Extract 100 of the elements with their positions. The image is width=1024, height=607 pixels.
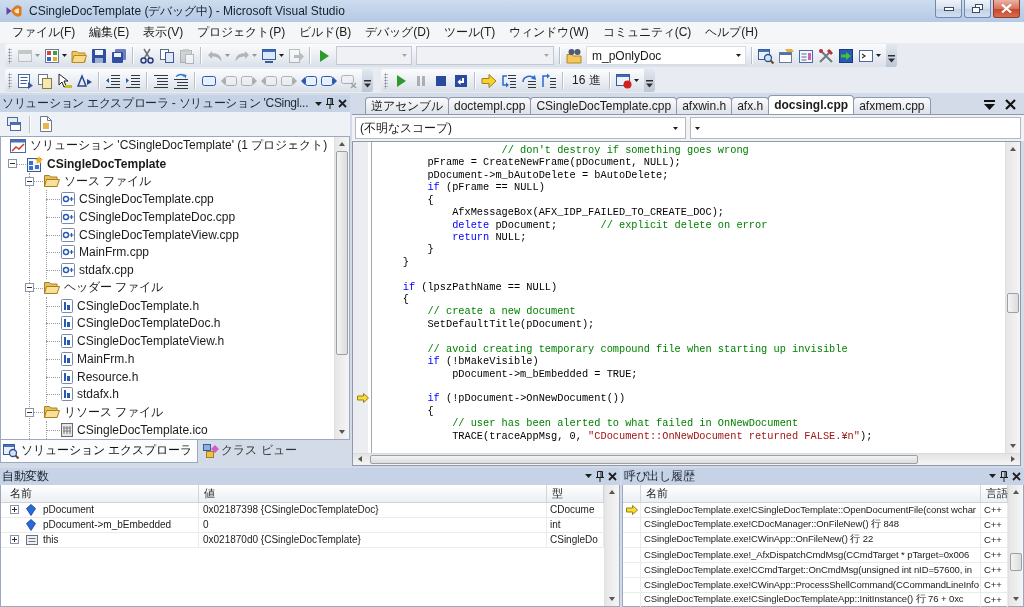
caret-icon[interactable]	[989, 474, 996, 479]
close-icon[interactable]	[1005, 99, 1016, 110]
menu-item[interactable]: ファイル(F)	[5, 22, 83, 43]
caret-icon[interactable]	[315, 101, 322, 106]
restore-button[interactable]	[964, 0, 991, 18]
code-line: if (lpszPathName == NULL)	[401, 280, 558, 293]
minus-box-icon[interactable]	[25, 407, 34, 417]
menu-item[interactable]: ウィンドウ(W)	[502, 22, 596, 43]
tree-item[interactable]: MainFrm.cpp	[61, 243, 151, 261]
close-icon[interactable]	[338, 99, 347, 108]
caret-icon[interactable]	[984, 99, 995, 110]
code-line: pDocument->m_bAutoDelete = bAutoDelete;	[426, 168, 669, 181]
cursor-icon	[57, 72, 73, 89]
tree-item[interactable]: CSingleDocTemplate	[27, 155, 169, 173]
vertical-scrollbar[interactable]	[1005, 142, 1020, 453]
toolbar-overflow-button[interactable]	[886, 44, 897, 67]
minimize-button[interactable]	[935, 0, 962, 18]
toolbar-grip[interactable]	[8, 47, 12, 64]
toolbar-button[interactable]: 16 進	[567, 69, 606, 92]
horizontal-scrollbar[interactable]	[353, 452, 1020, 465]
panel-tab[interactable]: ソリューション エクスプローラ	[0, 439, 199, 463]
tree-item[interactable]: CSingleDocTemplateView.cpp	[61, 226, 241, 244]
close-icon	[1001, 4, 1012, 13]
tree-item[interactable]: CSingleDocTemplate.cpp	[61, 190, 216, 208]
combo-box[interactable]: m_pOnlyDoc	[586, 46, 746, 65]
table-cell: CSingleDocTemplate.exe!CSingleDocTemplate::OpenDocumentFile(const wchar	[641, 502, 981, 517]
panel-tab[interactable]: クラス ビュー	[200, 439, 303, 463]
arrow-box-icon	[838, 47, 854, 64]
caret-icon	[402, 54, 407, 57]
file-plus-icon	[61, 192, 75, 207]
toolbar-overflow-button[interactable]	[362, 69, 373, 92]
minus-box-icon[interactable]	[8, 159, 17, 169]
vertical-scrollbar[interactable]	[604, 484, 619, 606]
menu-item[interactable]: 編集(E)	[82, 22, 137, 43]
caret-icon	[544, 54, 549, 57]
document-tab[interactable]: doctempl.cpp	[448, 97, 532, 114]
vertical-scrollbar[interactable]	[334, 137, 349, 439]
document-tab[interactable]: afxmem.cpp	[853, 97, 931, 114]
table-cell: 0	[199, 517, 547, 532]
menu-item[interactable]: デバッグ(D)	[358, 22, 437, 43]
table-cell: 0x02187398 {CSingleDocTemplateDoc}	[199, 502, 547, 517]
tree-item[interactable]: stdafx.h	[61, 385, 122, 403]
pin-icon[interactable]	[596, 470, 604, 482]
scope-dropdown[interactable]: (不明なスコープ)	[355, 117, 686, 139]
code-line: AfxMessageBox(AFX_IDP_FAILED_TO_CREATE_DOC);	[451, 206, 725, 219]
minus-box-icon[interactable]	[25, 283, 34, 293]
code-line: return NULL;	[451, 230, 527, 243]
tree-item[interactable]: stdafx.cpp	[61, 261, 136, 279]
toolbar-overflow-button[interactable]	[643, 69, 655, 92]
arrow-icon	[481, 72, 497, 89]
tree-item[interactable]: リソース ファイル	[44, 403, 166, 421]
page-icon	[61, 298, 73, 313]
plus-box-icon[interactable]	[10, 505, 19, 515]
tree-item[interactable]: CSingleDocTemplateDoc.h	[61, 314, 223, 332]
diamond-icon	[26, 518, 36, 531]
pin-icon[interactable]	[1000, 470, 1008, 482]
table-cell: CSingleDocTemplate.exe!CCmdTarget::OnCmdMsg(unsigned int nID=57600, in	[641, 562, 981, 577]
window-tab-icon	[778, 47, 794, 64]
code-line: {	[426, 193, 434, 206]
menu-item[interactable]: 表示(V)	[136, 22, 191, 43]
caret-icon	[364, 80, 371, 88]
menu-item[interactable]: ビルド(B)	[292, 22, 359, 43]
tree-item[interactable]: Resource.h	[61, 368, 141, 386]
windows-icon[interactable]	[6, 116, 22, 132]
tree-item[interactable]: ヘッダー ファイル	[44, 279, 166, 297]
clipboard-icon	[179, 47, 195, 64]
tree-item[interactable]: ソース ファイル	[44, 172, 154, 190]
code-line: TRACE(traceAppMsg, 0, "CDocument::OnNewDocument returned FALSE.¥n");	[451, 429, 873, 442]
menu-item[interactable]: コミュニティ(C)	[595, 22, 699, 43]
tree-item[interactable]: CSingleDocTemplate.h	[61, 297, 202, 315]
column-header: 名前	[641, 484, 981, 502]
menu-item[interactable]: ツール(T)	[437, 22, 503, 43]
close-icon[interactable]	[1012, 471, 1021, 481]
tree-item[interactable]: CSingleDocTemplateView.h	[61, 332, 227, 350]
caret-icon	[695, 126, 700, 130]
document-icon[interactable]	[38, 116, 54, 132]
toolbar-grip[interactable]	[384, 72, 388, 89]
close-button[interactable]	[993, 0, 1020, 18]
tree-item[interactable]: ソリューション 'CSingleDocTemplate' (1 プロジェクト)	[10, 137, 330, 155]
pin-icon[interactable]	[326, 98, 334, 109]
toolbar-grip[interactable]	[8, 72, 12, 89]
vertical-scrollbar[interactable]	[1008, 484, 1023, 606]
document-tab[interactable]: afx.h	[731, 97, 770, 114]
hammer-wrench-icon	[818, 47, 834, 64]
document-tab[interactable]: 逆アセンブル	[365, 97, 449, 114]
menu-item[interactable]: ヘルプ(H)	[698, 22, 765, 43]
caret-icon	[645, 80, 653, 88]
page-arrow-icon	[288, 47, 304, 64]
outdent-icon	[105, 72, 121, 89]
tree-item[interactable]: CSingleDocTemplateDoc.cpp	[61, 208, 238, 226]
caret-icon[interactable]	[585, 474, 592, 479]
close-icon[interactable]	[608, 471, 617, 481]
menu-item[interactable]: プロジェクト(P)	[190, 22, 293, 43]
minus-box-icon[interactable]	[25, 176, 34, 186]
tree-item[interactable]: CSingleDocTemplate.ico	[61, 421, 210, 439]
document-tab[interactable]: afxwin.h	[676, 97, 733, 114]
document-tab[interactable]: CSingleDocTemplate.cpp	[530, 97, 678, 114]
tree-item[interactable]: MainFrm.h	[61, 350, 137, 368]
document-tab[interactable]: docsingl.cpp	[768, 95, 855, 114]
plus-box-icon[interactable]	[10, 535, 19, 545]
